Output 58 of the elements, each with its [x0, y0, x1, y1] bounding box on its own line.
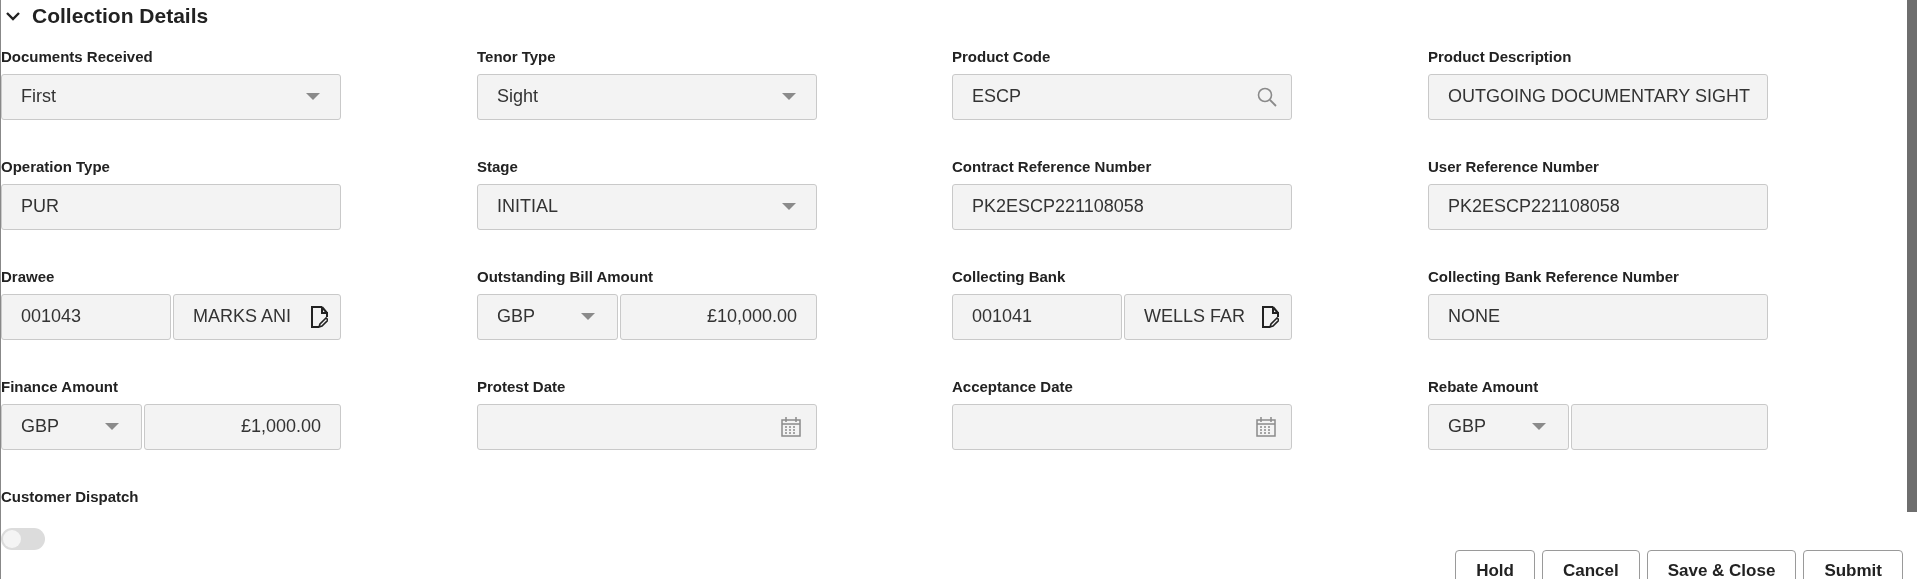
field-label: Collecting Bank: [952, 266, 1067, 286]
action-button[interactable]: Cancel: [1541, 549, 1640, 579]
dropdown-caret-icon: [105, 422, 119, 431]
action-button[interactable]: Submit: [1803, 549, 1903, 579]
field-label: Acceptance Date: [952, 376, 1074, 396]
section-title: Collection Details: [32, 3, 209, 29]
text-field[interactable]: PK2ESCP221108058: [1428, 183, 1768, 230]
field-label: Drawee: [1, 266, 56, 286]
dropdown-field[interactable]: First: [1, 73, 341, 120]
code-field[interactable]: 001041: [952, 293, 1122, 340]
text-field[interactable]: PK2ESCP221108058: [952, 183, 1292, 230]
section-header[interactable]: Collection Details: [1, 0, 1905, 32]
text-field[interactable]: PUR: [1, 183, 341, 230]
field-label: Collecting Bank Reference Number: [1428, 266, 1680, 286]
action-button[interactable]: Save & Close: [1646, 549, 1797, 579]
search-icon[interactable]: [1257, 86, 1277, 107]
edit-document-icon[interactable]: [1261, 305, 1279, 328]
field-label: Rebate Amount: [1428, 376, 1540, 396]
field-label: Outstanding Bill Amount: [477, 266, 655, 286]
date-field[interactable]: [477, 403, 817, 450]
scrollbar[interactable]: [1907, 0, 1917, 512]
chevron-icon: [6, 10, 20, 21]
calendar-icon[interactable]: [1255, 415, 1277, 438]
field-label: User Reference Number: [1428, 156, 1600, 176]
amount-field[interactable]: £1,000.00: [144, 403, 341, 450]
amount-field[interactable]: [1571, 403, 1768, 450]
name-field[interactable]: MARKS ANI: [173, 293, 341, 340]
currency-dropdown[interactable]: GBP: [1428, 403, 1569, 450]
field-label: Product Description: [1428, 46, 1573, 66]
code-field[interactable]: 001043: [1, 293, 171, 340]
text-field[interactable]: NONE: [1428, 293, 1768, 340]
field-label: Finance Amount: [1, 376, 119, 396]
amount-field[interactable]: £10,000.00: [620, 293, 817, 340]
date-field[interactable]: [952, 403, 1292, 450]
dropdown-caret-icon: [782, 92, 796, 101]
field-label: Operation Type: [1, 156, 111, 176]
dropdown-field[interactable]: Sight: [477, 73, 817, 120]
currency-dropdown[interactable]: GBP: [1, 403, 142, 450]
lookup-field[interactable]: ESCP: [952, 73, 1292, 120]
field-label: Stage: [477, 156, 519, 176]
edit-document-icon[interactable]: [310, 305, 328, 328]
currency-dropdown[interactable]: GBP: [477, 293, 618, 340]
field-label: Protest Date: [477, 376, 567, 396]
toggle-switch[interactable]: [1, 527, 45, 550]
field-label: Tenor Type: [477, 46, 557, 66]
name-field[interactable]: WELLS FAR: [1124, 293, 1292, 340]
calendar-icon[interactable]: [780, 415, 802, 438]
dropdown-field[interactable]: INITIAL: [477, 183, 817, 230]
field-label: Product Code: [952, 46, 1052, 66]
text-field[interactable]: OUTGOING DOCUMENTARY SIGHT: [1428, 73, 1768, 120]
field-label: Customer Dispatch: [1, 486, 140, 506]
field-label: Documents Received: [1, 46, 154, 66]
dropdown-caret-icon: [1532, 422, 1546, 431]
action-button[interactable]: Hold: [1455, 549, 1535, 579]
dropdown-caret-icon: [581, 312, 595, 321]
field-label: Contract Reference Number: [952, 156, 1153, 176]
dropdown-caret-icon: [306, 92, 320, 101]
dropdown-caret-icon: [782, 202, 796, 211]
